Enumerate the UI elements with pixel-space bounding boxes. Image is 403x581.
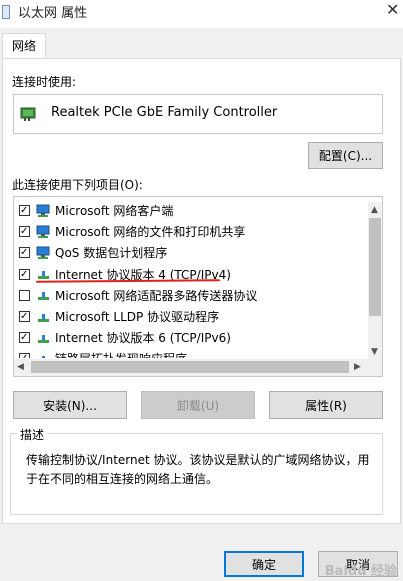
item-label: 链路层拓扑发现响应程序: [55, 350, 187, 358]
network-client-icon: [36, 225, 50, 238]
protocol-icon: [38, 271, 49, 280]
item-checkbox[interactable]: [19, 311, 30, 322]
description-legend: 描述: [17, 426, 48, 443]
hscroll-thumb[interactable]: [31, 361, 349, 373]
network-properties-icon: [2, 5, 10, 19]
item-label: Microsoft LLDP 协议驱动程序: [55, 310, 220, 324]
list-item[interactable]: Internet 协议版本 6 (TCP/IPv6): [19, 327, 231, 348]
adapter-name: Realtek PCIe GbE Family Controller: [51, 105, 278, 120]
list-item[interactable]: QoS 数据包计划程序: [19, 242, 167, 263]
description-line-2: 于在不同的相互连接的网络上通信。: [26, 472, 219, 486]
scroll-thumb[interactable]: [369, 218, 381, 316]
list-item[interactable]: 链路层拓扑发现响应程序: [19, 348, 187, 358]
item-checkbox[interactable]: [19, 353, 30, 358]
scroll-left-icon[interactable]: ◀: [17, 362, 24, 372]
scroll-up-icon[interactable]: ▲: [371, 205, 378, 215]
item-checkbox[interactable]: [19, 247, 30, 259]
description-line-1: 传输控制协议/Internet 协议。该协议是默认的广域网络协议，用: [26, 453, 370, 467]
protocol-icon: [38, 292, 49, 301]
horizontal-scrollbar[interactable]: ◀ ▶: [14, 359, 368, 376]
window-title: 以太网 属性: [18, 6, 88, 21]
close-icon[interactable]: ✕: [386, 0, 399, 19]
network-client-icon: [36, 246, 50, 259]
item-label: Microsoft 网络客户端: [55, 204, 174, 218]
list-item[interactable]: Microsoft 网络的文件和打印机共享: [19, 221, 245, 242]
scroll-down-icon[interactable]: ▼: [371, 347, 378, 357]
list-item[interactable]: Microsoft LLDP 协议驱动程序: [19, 306, 219, 327]
network-client-icon: [36, 204, 50, 217]
item-label: Microsoft 网络适配器多路传送器协议: [55, 288, 258, 303]
title-bar: 以太网 属性 ✕: [0, 0, 403, 28]
item-checkbox[interactable]: [19, 205, 30, 216]
scroll-right-icon[interactable]: ▶: [354, 362, 361, 372]
vertical-scrollbar[interactable]: ▲ ▼: [368, 202, 382, 359]
configure-button[interactable]: 配置(C)...: [308, 142, 383, 169]
description-text: 传输控制协议/Internet 协议。该协议是默认的广域网络协议，用 于在不同的…: [26, 451, 370, 489]
items-label: 此连接使用下列项目(O):: [12, 178, 143, 192]
item-checkbox[interactable]: [19, 332, 30, 344]
network-adapter-icon: [20, 107, 36, 121]
protocol-icon: [42, 355, 45, 358]
connect-using-label: 连接时使用:: [12, 75, 77, 89]
protocol-icon: [38, 334, 49, 343]
watermark: Baidu 经验: [324, 564, 397, 579]
item-label: Microsoft 网络的文件和打印机共享: [55, 225, 246, 240]
scroll-corner: [368, 359, 382, 376]
adapter-box: Realtek PCIe GbE Family Controller: [13, 94, 383, 134]
item-checkbox[interactable]: [19, 289, 30, 301]
protocol-icon: [38, 313, 49, 322]
item-checkbox[interactable]: [19, 226, 30, 238]
tab-network[interactable]: 网络: [2, 33, 46, 59]
install-button[interactable]: 安装(N)...: [13, 391, 127, 419]
item-label: Internet 协议版本 6 (TCP/IPv6): [55, 331, 231, 346]
item-label: QoS 数据包计划程序: [55, 246, 168, 261]
uninstall-button[interactable]: 卸载(U): [141, 391, 255, 419]
list-item[interactable]: Microsoft 网络适配器多路传送器协议: [19, 285, 257, 306]
item-checkbox[interactable]: [19, 268, 30, 280]
list-item[interactable]: Microsoft 网络客户端: [19, 200, 173, 221]
properties-button[interactable]: 属性(R): [269, 391, 383, 419]
ok-button[interactable]: 确定: [224, 551, 304, 577]
